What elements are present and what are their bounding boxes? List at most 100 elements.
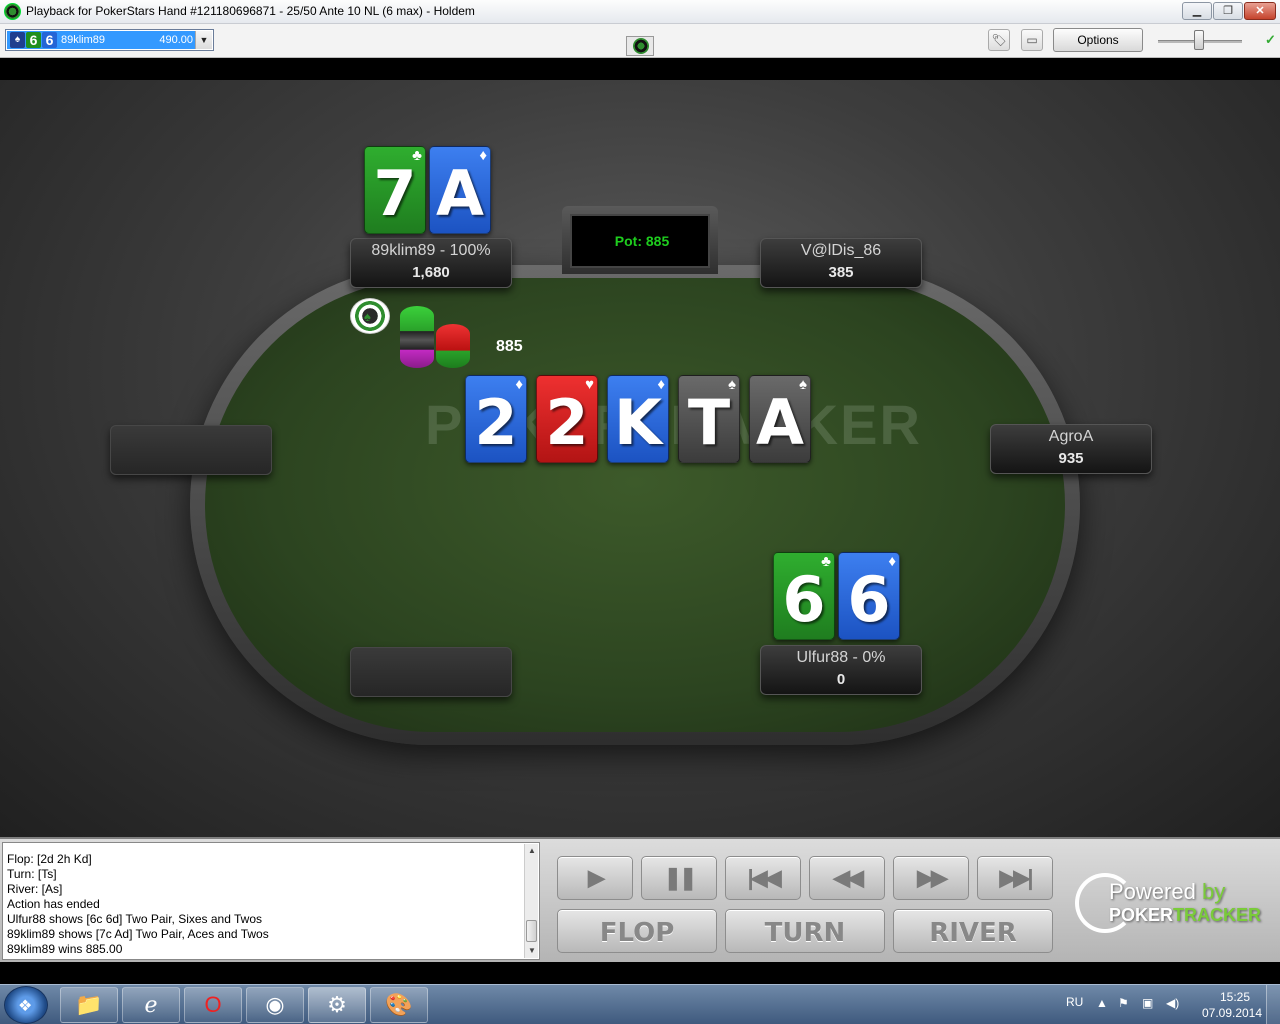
seat-top-right[interactable]: V@lDis_86 385 [760,238,922,288]
folder-icon[interactable]: 📁 [60,987,118,1023]
scroll-thumb[interactable] [526,920,537,942]
log-line: Flop: [2d 2h Kd] [7,852,92,866]
scroll-down-icon[interactable]: ▼ [525,944,539,958]
clock-time[interactable]: 15:25 [1210,990,1260,1004]
pokerstars-icon: ♠ [10,32,25,48]
pot-label: Pot: 885 [614,233,670,249]
chrome-icon[interactable]: ◉ [246,987,304,1023]
log-line: Action has ended [7,897,100,911]
flop-button[interactable]: FLOP [557,909,717,953]
hand-history-log[interactable]: Flop: [2d 2h Kd] Turn: [Ts] River: [As] … [2,842,540,960]
play-button[interactable]: ▶ [557,856,633,900]
toolbar: ♠ 6 6 89klim89 490.00 ▼ 🏷 ▭ Options ✓ [0,24,1280,58]
skip-start-icon: |◀◀ [747,865,782,890]
hand-card-1: 6 [26,32,41,48]
previous-button[interactable]: ◀◀ [809,856,885,900]
pokertracker-app-icon [4,3,21,20]
opera-icon[interactable]: O [184,987,242,1023]
chip-stack-icon [436,324,470,368]
player-stack: 935 [1058,450,1084,467]
windows-taskbar: ❖ 📁 ℯ O ◉ ⚙ 🎨 RU ▲ ⚑ ▣ ◀) 15:25 07.09.20… [0,984,1280,1024]
poker-playback-window: Playback for PokerStars Hand #1211806968… [0,0,1280,1024]
hand-selector-dropdown[interactable]: ♠ 6 6 89klim89 490.00 ▼ [5,29,214,51]
minimize-button[interactable]: ▁ [1182,2,1212,20]
board-card-flop-3: K ♦ [607,375,669,463]
log-scrollbar[interactable]: ▲ ▼ [524,844,538,958]
options-button[interactable]: Options [1053,28,1143,52]
pause-icon: ❚❚ [663,865,698,890]
tag-icon[interactable]: 🏷 [988,29,1010,51]
title-bar: Playback for PokerStars Hand #1211806968… [0,0,1280,24]
flag-icon[interactable]: ⚑ [1118,996,1129,1010]
log-line: 89klim89 wins 885.00 [7,942,123,956]
board-card-flop-2: 2 ♥ [536,375,598,463]
diamond-icon: ♦ [515,376,523,393]
player-name: AgroA [1048,428,1094,445]
heart-icon: ♥ [585,376,594,393]
board-card-turn: T ♠ [678,375,740,463]
hole-card: 6 ♣ [773,552,835,640]
volume-icon[interactable]: ◀) [1166,996,1179,1010]
player-stack: 1,680 [412,264,450,281]
windows-logo-icon: ❖ [18,998,33,1015]
last-button[interactable]: ▶▶| [977,856,1053,900]
paint-icon[interactable]: 🎨 [370,987,428,1023]
player-name: 89klim89 - 100% [371,242,491,259]
powered-by-pokertracker-logo: Powered by POKERTRACKER [1075,869,1265,939]
chips-amount: 885 [496,338,523,355]
pause-button[interactable]: ❚❚ [641,856,717,900]
club-icon: ♣ [412,147,422,164]
playback-panel: Flop: [2d 2h Kd] Turn: [Ts] River: [As] … [0,837,1280,962]
log-line: 89klim89 shows [7c Ad] Two Pair, Aces an… [7,927,269,941]
player-name: V@lDis_86 [800,242,882,259]
language-indicator[interactable]: RU [1066,995,1083,1009]
window-title: Playback for PokerStars Hand #1211806968… [26,4,475,18]
maximize-button[interactable]: ❐ [1213,2,1243,20]
show-desktop-button[interactable] [1266,985,1280,1024]
chip-stack-icon [400,306,434,368]
river-button[interactable]: RIVER [893,909,1053,953]
clock-date[interactable]: 07.09.2014 [1199,1006,1265,1020]
turn-button[interactable]: TURN [725,909,885,953]
chevron-down-icon[interactable]: ▼ [195,31,212,49]
diamond-icon: ♦ [888,553,896,570]
player-stack: 0 [836,671,846,688]
seat-left-empty [110,425,272,475]
scroll-up-icon[interactable]: ▲ [525,844,539,858]
ie-icon[interactable]: ℯ [122,987,180,1023]
diamond-icon: ♦ [657,376,665,393]
next-button[interactable]: ▶▶ [893,856,969,900]
rewind-icon: ◀◀ [833,865,864,890]
hole-card: A ♦ [429,146,491,234]
play-icon: ▶ [588,865,605,890]
pokertracker-icon[interactable]: ⚙ [308,987,366,1023]
club-icon: ♣ [821,553,831,570]
first-button[interactable]: |◀◀ [725,856,801,900]
log-line: River: [As] [7,882,63,896]
show-hidden-icons-icon[interactable]: ▲ [1096,996,1108,1010]
seat-top-left[interactable]: 89klim89 - 100% 1,680 [350,238,512,288]
window-icon[interactable]: ▭ [1021,29,1043,51]
hole-card: 7 ♣ [364,146,426,234]
board-card-river: A ♠ [749,375,811,463]
dealer-button-icon: ♠ [350,298,390,334]
pokertracker-hud-icon[interactable] [626,36,654,56]
skip-end-icon: ▶▶| [999,865,1034,890]
hand-card-2: 6 [42,32,57,48]
board-card-flop-1: 2 ♦ [465,375,527,463]
seat-bottom-right[interactable]: Ulfur88 - 0% 0 [760,645,922,695]
network-icon[interactable]: ▣ [1142,996,1153,1010]
seat-right[interactable]: AgroA 935 [990,424,1152,474]
start-button[interactable]: ❖ [4,986,48,1024]
close-button[interactable]: ✕ [1244,2,1276,20]
pot-display: Pot: 885 [562,206,718,274]
hand-selector-selected: ♠ 6 6 89klim89 490.00 [7,31,196,49]
speed-slider-thumb[interactable] [1194,30,1204,50]
log-line: Turn: [Ts] [7,867,57,881]
log-line: Ulfur88 shows [6c 6d] Two Pair, Sixes an… [7,912,263,926]
table-area: POKERTRACKER Pot: 885 89klim89 - 100% 1,… [0,80,1280,837]
hand-player-name: 89klim89 [61,34,106,46]
hand-amount: 490.00 [159,34,193,46]
hole-card: 6 ♦ [838,552,900,640]
fast-forward-icon: ▶▶ [917,865,948,890]
